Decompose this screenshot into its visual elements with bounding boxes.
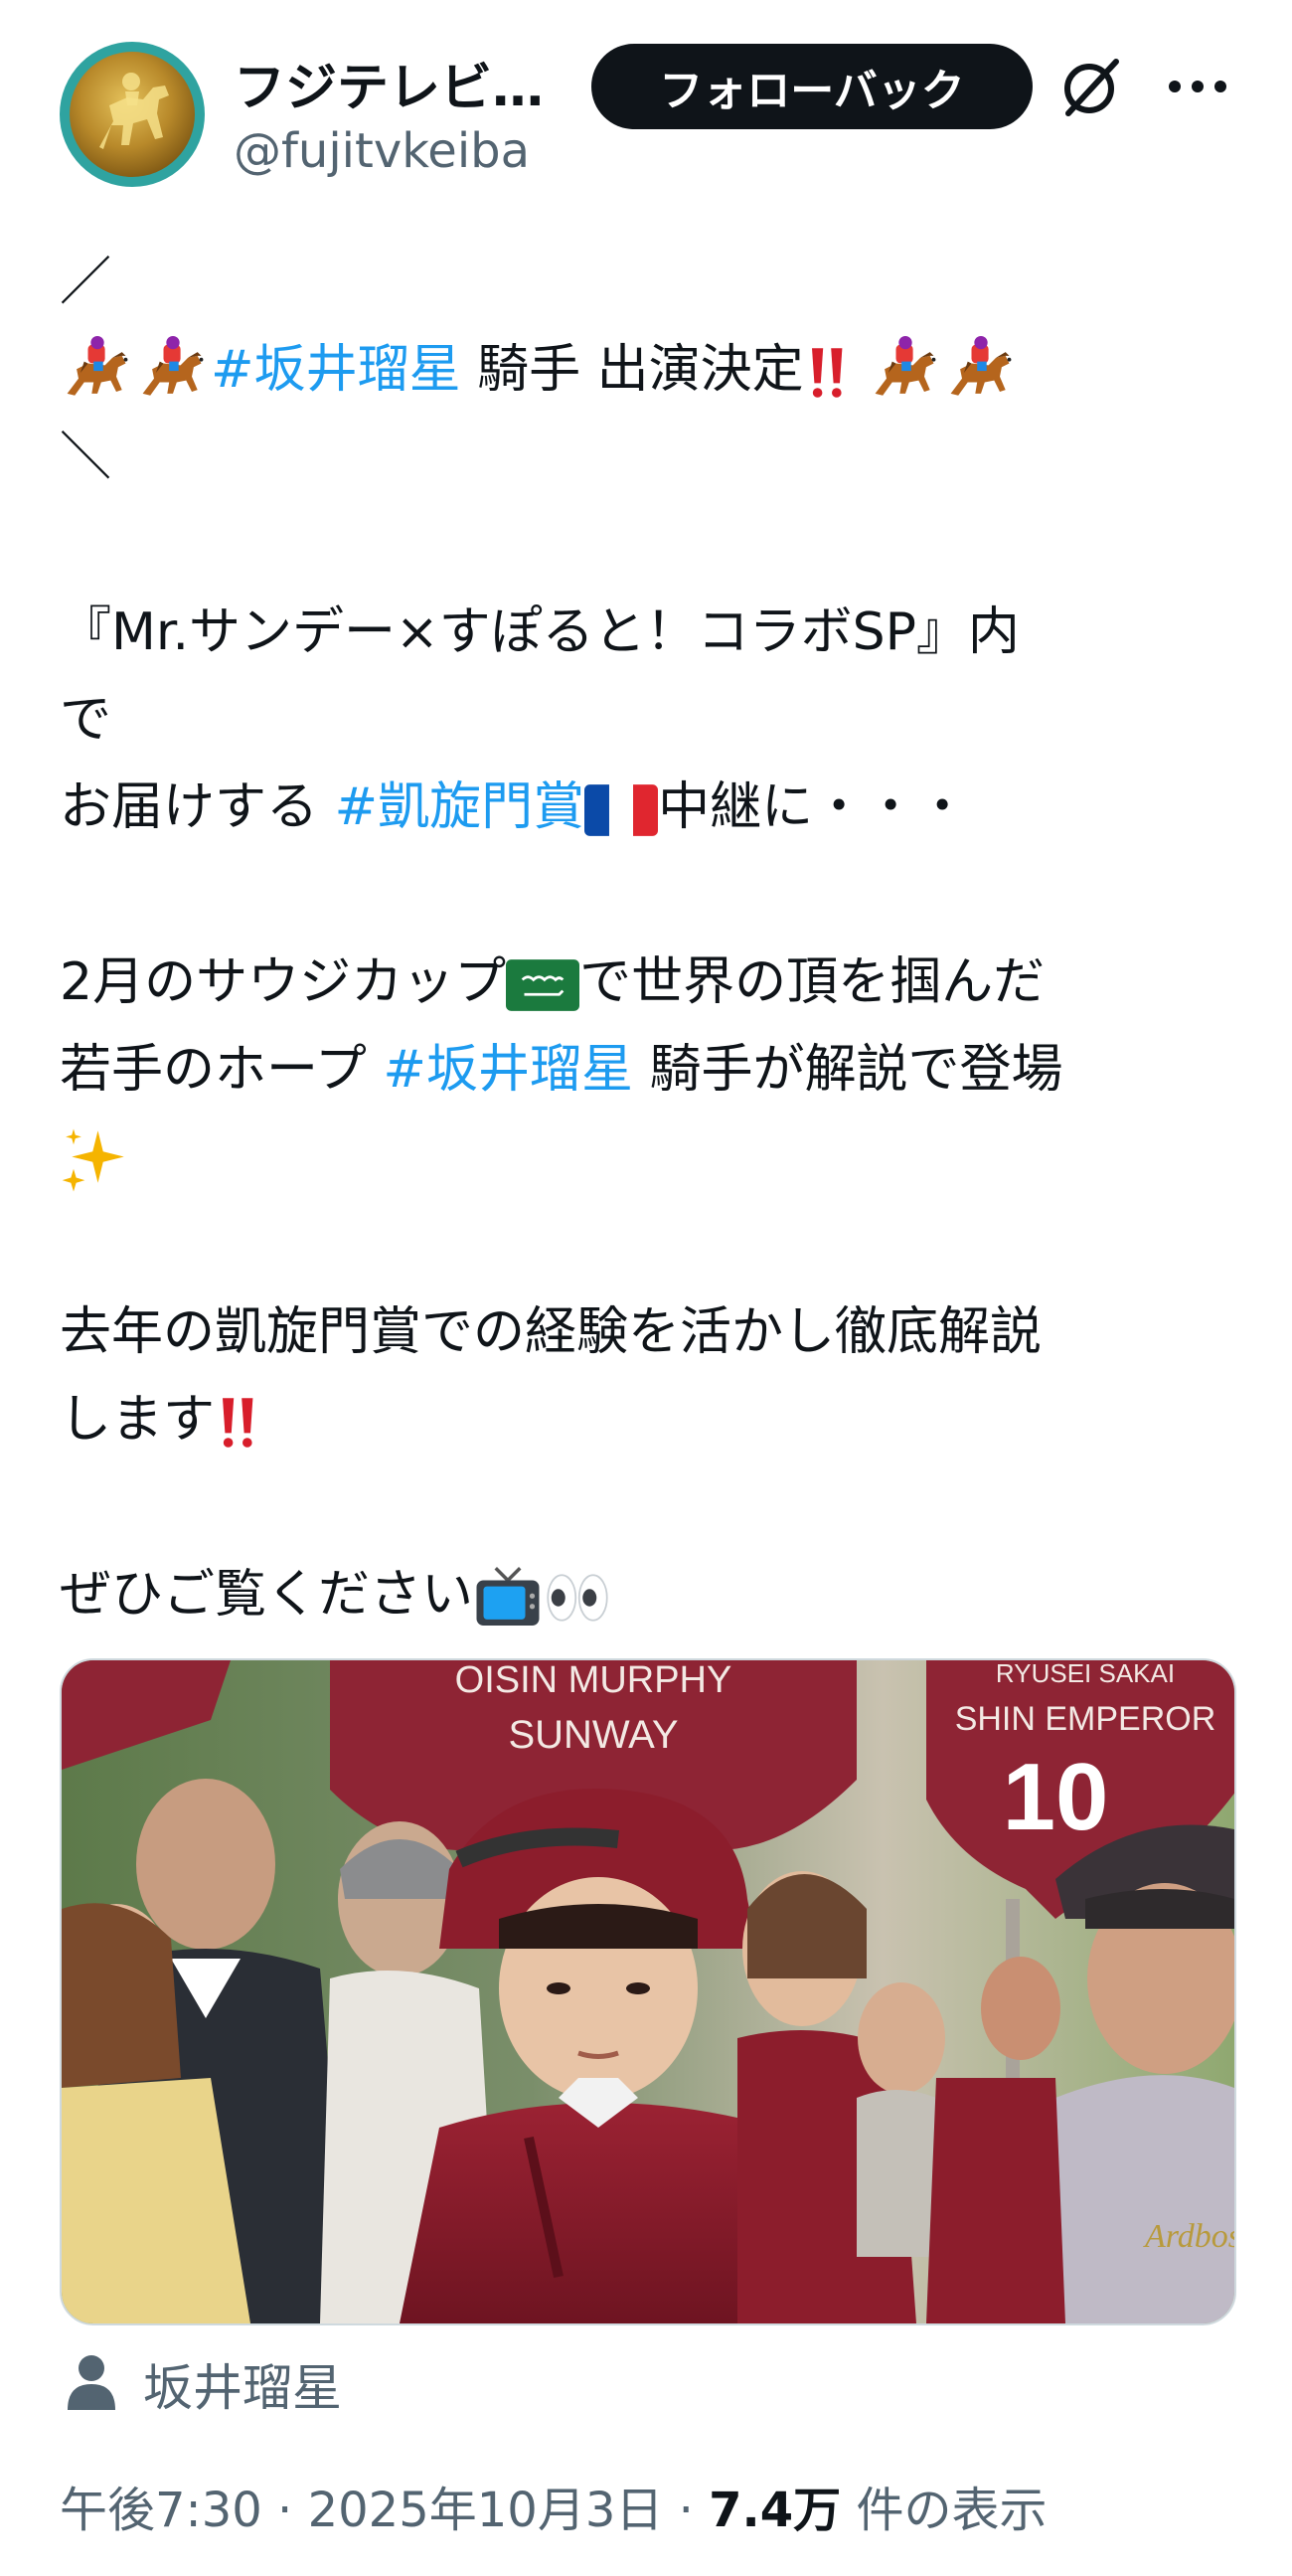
sign-left-line2: SUNWAY: [508, 1713, 678, 1757]
horse-racing-emoji: [943, 335, 1019, 411]
sign-right-line0: RYUSEI SAKAI: [996, 1660, 1175, 1688]
follow-back-button[interactable]: フォローバック: [591, 44, 1033, 129]
hashtag-sakai-ryusei[interactable]: #坂井瑠星: [211, 340, 461, 400]
hashtag-gaisenmon[interactable]: #凱旋門賞: [335, 777, 585, 837]
close-slash: ＼: [60, 428, 112, 487]
horse-logo-icon: [99, 73, 169, 149]
text-saudi-b: で世界の頂を掴んだ: [579, 952, 1046, 1012]
saudi-flag-emoji: [506, 958, 579, 1012]
grok-icon[interactable]: [1058, 54, 1124, 119]
meta-separator: ·: [663, 2483, 710, 2538]
text-line-open-slash: ／: [60, 239, 1232, 326]
sparkles-emoji: [60, 1125, 129, 1195]
person-icon: [68, 2355, 115, 2410]
sign-left-line1: OISIN MURPHY: [455, 1660, 732, 1701]
display-name[interactable]: フジテレビ…: [234, 46, 544, 120]
program-title: 『Mr.サンデー×すぽると！コラボSP』内: [60, 602, 1020, 662]
views-count: 7.4万: [709, 2483, 842, 2538]
text-saudi-a: 2月のサウジカップ: [60, 952, 507, 1012]
silk-text: Ardbose: [1143, 2218, 1234, 2255]
text-line-program: 『Mr.サンデー×すぽると！コラボSP』内: [60, 589, 1232, 676]
text-line-last-year: 去年の凱旋門賞での経験を活かし徹底解説: [60, 1288, 1232, 1376]
tagged-person-name[interactable]: 坂井瑠星: [143, 2348, 342, 2420]
tweet-media-image[interactable]: OISIN MURPHY SUNWAY RYUSEI SAKAI SHIN EM…: [60, 1658, 1236, 2325]
text-de: で: [60, 690, 112, 750]
text-line-headline: #坂井瑠星 騎手 出演決定: [60, 326, 1232, 414]
text-shimasu: します: [60, 1390, 216, 1450]
text-line-saudi: 2月のサウジカップ で世界の頂を掴んだ: [60, 939, 1232, 1026]
text-relay: 中継に・・・: [658, 777, 969, 837]
avatar[interactable]: [60, 42, 205, 187]
eyes-emoji: [543, 1563, 612, 1632]
avatar-medal: [70, 52, 195, 177]
open-slash: ／: [60, 253, 112, 312]
horse-racing-emoji: [135, 335, 211, 411]
user-handle[interactable]: @fujitvkeiba: [234, 123, 530, 179]
text-please: ぜひご覧ください: [60, 1565, 474, 1625]
text-line-close-slash: ＼: [60, 414, 1232, 501]
headline-text: 騎手 出演決定: [460, 340, 804, 400]
hashtag-sakai-ryusei-2[interactable]: #坂井瑠星: [383, 1040, 633, 1100]
tweet-date[interactable]: 2025年10月3日: [308, 2483, 664, 2538]
sign-right-number: 10: [1003, 1744, 1109, 1850]
jockey-photo: OISIN MURPHY SUNWAY RYUSEI SAKAI SHIN EM…: [62, 1660, 1234, 2323]
text-line-shimasu: します: [60, 1376, 1232, 1463]
more-dots-icon[interactable]: [1163, 54, 1232, 119]
text-line-please: ぜひご覧ください: [60, 1551, 1232, 1638]
text-deliver: お届けする: [60, 777, 335, 837]
text-hope-b: 騎手が解説で登場: [633, 1040, 1063, 1100]
text-line-hope: 若手のホープ #坂井瑠星 騎手が解説で登場: [60, 1026, 1232, 1114]
sign-right-line1: SHIN EMPEROR: [955, 1700, 1216, 1738]
views-label: 件の表示: [841, 2483, 1048, 2538]
text-last-year: 去年の凱旋門賞での経験を活かし徹底解説: [60, 1302, 1043, 1362]
meta-separator: ·: [261, 2483, 308, 2538]
tweet-page: フジテレビ… @fujitvkeiba フォローバック ／ #坂井瑠星 騎手 出…: [0, 0, 1292, 2576]
double-exclamation-emoji: [215, 1393, 262, 1453]
text-line-de: で: [60, 676, 1232, 764]
text-line-deliver: お届けする #凱旋門賞 中継に・・・: [60, 764, 1232, 851]
text-line-sparkles: [60, 1114, 1232, 1201]
tweet-time[interactable]: 午後7:30: [60, 2483, 262, 2538]
horse-racing-emoji: [868, 335, 943, 411]
double-exclamation-emoji: [804, 343, 852, 403]
horse-racing-emoji: [60, 335, 135, 411]
tweet-text: ／ #坂井瑠星 騎手 出演決定 ＼ 『Mr.サンデー×すぽると！コラボSP』内 …: [60, 239, 1232, 1638]
tweet-meta: 午後7:30 · 2025年10月3日 · 7.4万 件の表示: [60, 2471, 1047, 2540]
text-hope: 若手のホープ: [60, 1040, 384, 1100]
tv-emoji: [473, 1563, 543, 1632]
tweet-header: フジテレビ… @fujitvkeiba フォローバック: [60, 42, 1232, 191]
france-flag-emoji: [584, 783, 658, 837]
